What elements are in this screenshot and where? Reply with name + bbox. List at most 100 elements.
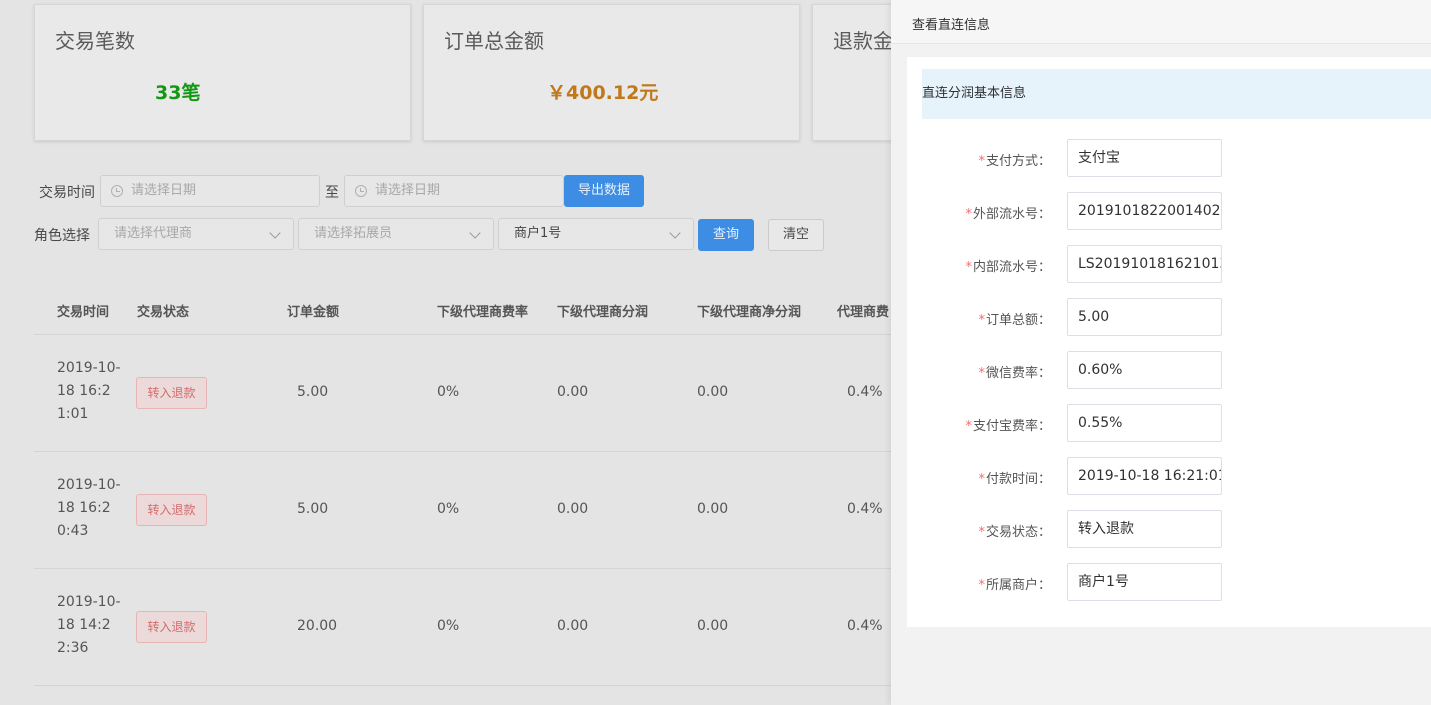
cell-amount: 5.00 bbox=[297, 384, 329, 400]
field-label: *内部流水号： bbox=[965, 256, 1051, 275]
stat-card-order-total: 订单总金额 ￥400.12元 bbox=[423, 4, 800, 141]
form-row-wechat-rate: *微信费率： 0.60% bbox=[907, 351, 1431, 389]
detail-panel: 直连分润基本信息 *支付方式： 支付宝 *外部流水号： 201910182200… bbox=[907, 57, 1431, 627]
merchant-select[interactable]: 商户1号 bbox=[498, 218, 694, 250]
clear-button[interactable]: 清空 bbox=[768, 219, 824, 251]
transaction-status-field[interactable]: 转入退款 bbox=[1067, 510, 1222, 548]
export-data-button[interactable]: 导出数据 bbox=[564, 175, 644, 207]
cell-fee: 0.4% bbox=[847, 501, 883, 517]
start-date-placeholder: 请选择日期 bbox=[131, 183, 197, 198]
cell-time: 2019-10-18 14:22:36 bbox=[57, 594, 121, 656]
merchant-field[interactable]: 商户1号 bbox=[1067, 563, 1222, 601]
alipay-rate-field[interactable]: 0.55% bbox=[1067, 404, 1222, 442]
stat-value: 33笔 bbox=[155, 82, 201, 104]
form-row-order-total: *订单总额： 5.00 bbox=[907, 298, 1431, 336]
stat-card-transaction-count: 交易笔数 33笔 bbox=[34, 4, 411, 141]
clock-icon bbox=[355, 185, 367, 197]
field-label: *订单总额： bbox=[978, 309, 1051, 328]
stat-value: ￥400.12元 bbox=[547, 82, 659, 104]
field-label: *支付宝费率： bbox=[965, 415, 1051, 434]
form-row-payment-time: *付款时间： 2019-10-18 16:21:01 bbox=[907, 457, 1431, 495]
column-header: 订单金额 bbox=[287, 305, 340, 320]
clock-icon bbox=[111, 185, 123, 197]
field-label: *所属商户： bbox=[978, 574, 1051, 593]
internal-serial-field[interactable]: LS2019101816210130 bbox=[1067, 245, 1222, 283]
cell-amount: 20.00 bbox=[297, 618, 338, 634]
query-button[interactable]: 查询 bbox=[698, 219, 754, 251]
status-badge: 转入退款 bbox=[136, 611, 207, 643]
cell-net: 0.00 bbox=[697, 384, 729, 400]
required-mark: * bbox=[978, 313, 985, 328]
form-row-merchant: *所属商户： 商户1号 bbox=[907, 563, 1431, 601]
cell-share: 0.00 bbox=[557, 384, 589, 400]
field-label: *支付方式： bbox=[978, 150, 1051, 169]
chevron-down-icon bbox=[669, 227, 681, 239]
transaction-time-label: 交易时间 bbox=[39, 185, 95, 201]
field-label: *外部流水号： bbox=[965, 203, 1051, 222]
payment-time-field[interactable]: 2019-10-18 16:21:01 bbox=[1067, 457, 1222, 495]
field-label-text: 支付宝费率： bbox=[972, 419, 1051, 434]
field-label-text: 交易状态： bbox=[985, 525, 1051, 540]
field-label-text: 内部流水号： bbox=[972, 260, 1051, 275]
agent-select[interactable]: 请选择代理商 bbox=[98, 218, 294, 250]
table-row[interactable]: 2019-10-18 14:22:36 转入退款 20.00 0% 0.00 0… bbox=[34, 568, 894, 685]
agent-select-placeholder: 请选择代理商 bbox=[114, 226, 193, 241]
cell-share: 0.00 bbox=[557, 501, 589, 517]
cell-share: 0.00 bbox=[557, 618, 589, 634]
field-label-text: 所属商户： bbox=[985, 578, 1051, 593]
status-badge: 转入退款 bbox=[136, 377, 207, 409]
start-date-input[interactable]: 请选择日期 bbox=[100, 175, 320, 207]
field-label-text: 外部流水号： bbox=[972, 207, 1051, 222]
form-row-alipay-rate: *支付宝费率： 0.55% bbox=[907, 404, 1431, 442]
required-mark: * bbox=[978, 154, 985, 169]
date-range-separator: 至 bbox=[325, 185, 339, 201]
cell-amount: 5.00 bbox=[297, 501, 329, 517]
cell-rate: 0% bbox=[437, 501, 460, 517]
field-label-text: 订单总额： bbox=[985, 313, 1051, 328]
table-row[interactable]: 2019-10-18 16:21:01 转入退款 5.00 0% 0.00 0.… bbox=[34, 334, 894, 451]
required-mark: * bbox=[965, 419, 972, 434]
column-header: 下级代理商分润 bbox=[557, 305, 649, 320]
cell-rate: 0% bbox=[437, 618, 460, 634]
stat-label: 订单总金额 bbox=[444, 29, 544, 53]
required-mark: * bbox=[978, 472, 985, 487]
cell-fee: 0.4% bbox=[847, 384, 883, 400]
chevron-down-icon bbox=[469, 227, 481, 239]
section-title-text: 直连分润基本信息 bbox=[922, 86, 1027, 101]
form-row-transaction-status: *交易状态： 转入退款 bbox=[907, 510, 1431, 548]
order-total-field[interactable]: 5.00 bbox=[1067, 298, 1222, 336]
wechat-rate-field[interactable]: 0.60% bbox=[1067, 351, 1222, 389]
payment-method-field[interactable]: 支付宝 bbox=[1067, 139, 1222, 177]
status-badge: 转入退款 bbox=[136, 494, 207, 526]
field-label: *付款时间： bbox=[978, 468, 1051, 487]
column-header: 交易状态 bbox=[137, 305, 190, 320]
table-bottom-divider bbox=[34, 685, 894, 686]
role-select-label: 角色选择 bbox=[34, 228, 90, 244]
column-header: 下级代理商费率 bbox=[437, 305, 529, 320]
drawer-header: 查看直连信息 bbox=[891, 0, 1431, 44]
required-mark: * bbox=[978, 578, 985, 593]
required-mark: * bbox=[965, 207, 972, 222]
cell-time: 2019-10-18 16:21:01 bbox=[57, 360, 121, 422]
field-label: *微信费率： bbox=[978, 362, 1051, 381]
promoter-select[interactable]: 请选择拓展员 bbox=[298, 218, 494, 250]
field-label-text: 付款时间： bbox=[985, 472, 1051, 487]
drawer-title: 查看直连信息 bbox=[912, 18, 991, 33]
promoter-select-placeholder: 请选择拓展员 bbox=[314, 226, 393, 241]
cell-time: 2019-10-18 16:20:43 bbox=[57, 477, 121, 539]
table-row[interactable]: 2019-10-18 16:20:43 转入退款 5.00 0% 0.00 0.… bbox=[34, 451, 894, 568]
column-header: 下级代理商净分润 bbox=[697, 305, 802, 320]
required-mark: * bbox=[965, 260, 972, 275]
end-date-input[interactable]: 请选择日期 bbox=[344, 175, 564, 207]
required-mark: * bbox=[978, 525, 985, 540]
stat-label: 退款金 bbox=[833, 29, 893, 53]
cell-net: 0.00 bbox=[697, 501, 729, 517]
external-serial-field[interactable]: 201910182200140202 bbox=[1067, 192, 1222, 230]
chevron-down-icon bbox=[269, 227, 281, 239]
field-label-text: 支付方式： bbox=[985, 154, 1051, 169]
form-row-payment-method: *支付方式： 支付宝 bbox=[907, 139, 1431, 177]
end-date-placeholder: 请选择日期 bbox=[375, 183, 441, 198]
cell-rate: 0% bbox=[437, 384, 460, 400]
section-title: 直连分润基本信息 bbox=[922, 69, 1431, 119]
cell-net: 0.00 bbox=[697, 618, 729, 634]
